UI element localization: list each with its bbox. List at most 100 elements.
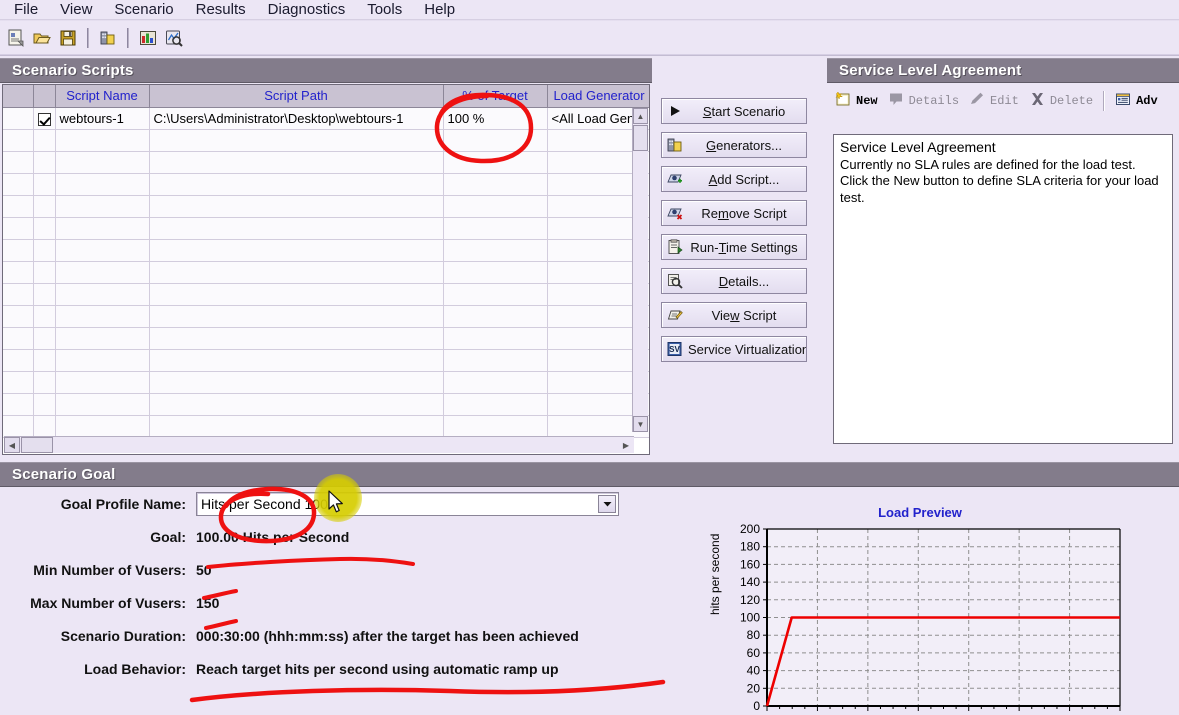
new-scenario-icon[interactable] [4, 26, 28, 50]
table-row-empty[interactable] [3, 239, 649, 262]
cell-percent-target[interactable] [443, 239, 548, 262]
cell-script-name[interactable] [55, 415, 150, 438]
row-checkbox-cell[interactable] [33, 327, 56, 350]
row-header-cell[interactable] [3, 173, 34, 196]
menu-item-results[interactable]: Results [185, 0, 257, 20]
row-checkbox-cell[interactable] [33, 217, 56, 240]
row-checkbox-cell[interactable] [33, 393, 56, 416]
row-checkbox-cell[interactable] [33, 151, 56, 174]
runtime-settings-button[interactable]: Run-Time Settings [661, 234, 807, 260]
row-header-cell[interactable] [3, 393, 34, 416]
script-enabled-checkbox[interactable] [37, 112, 51, 126]
row-header-cell[interactable] [3, 261, 34, 284]
service-virtualization-button[interactable]: SV Service Virtualization [661, 336, 807, 362]
scroll-right-icon[interactable]: ▶ [618, 437, 634, 453]
analysis-icon[interactable] [162, 26, 186, 50]
table-row-empty[interactable] [3, 217, 649, 240]
table-row-empty[interactable] [3, 371, 649, 394]
cell-script-name[interactable] [55, 305, 150, 328]
generators-icon[interactable] [96, 26, 120, 50]
column-header-checkbox[interactable] [33, 85, 56, 108]
column-header-script-name[interactable]: Script Name [55, 85, 150, 108]
cell-script-path[interactable] [149, 283, 444, 306]
results-icon[interactable] [136, 26, 160, 50]
cell-script-path[interactable] [149, 195, 444, 218]
horizontal-scroll-thumb[interactable] [21, 437, 53, 453]
cell-script-path[interactable] [149, 371, 444, 394]
add-script-button[interactable]: Add Script... [661, 166, 807, 192]
cell-script-name[interactable] [55, 151, 150, 174]
cell-script-name[interactable] [55, 283, 150, 306]
cell-script-path[interactable]: C:\Users\Administrator\Desktop\webtours-… [149, 107, 444, 130]
row-header-cell[interactable] [3, 349, 34, 372]
cell-script-name[interactable] [55, 327, 150, 350]
cell-script-path[interactable] [149, 415, 444, 438]
scripts-horizontal-scrollbar[interactable]: ◀ ▶ [4, 436, 634, 453]
table-row-empty[interactable] [3, 305, 649, 328]
cell-script-name[interactable] [55, 371, 150, 394]
cell-script-name[interactable] [55, 217, 150, 240]
table-row-empty[interactable] [3, 415, 649, 438]
row-header-cell[interactable] [3, 217, 34, 240]
view-script-button[interactable]: View Script [661, 302, 807, 328]
row-header-cell[interactable] [3, 129, 34, 152]
row-header-cell[interactable] [3, 305, 34, 328]
cell-script-name[interactable]: webtours-1 [55, 107, 150, 130]
cell-script-path[interactable] [149, 173, 444, 196]
row-header-cell[interactable] [3, 283, 34, 306]
table-row-empty[interactable] [3, 261, 649, 284]
table-row-empty[interactable] [3, 393, 649, 416]
row-header-cell[interactable] [3, 107, 34, 130]
scripts-vertical-scrollbar[interactable]: ▲ ▼ [632, 108, 648, 432]
row-checkbox-cell[interactable] [33, 371, 56, 394]
cell-script-path[interactable] [149, 239, 444, 262]
remove-script-button[interactable]: Remove Script [661, 200, 807, 226]
cell-script-path[interactable] [149, 327, 444, 350]
cell-script-path[interactable] [149, 217, 444, 240]
column-header-script-path[interactable]: Script Path [149, 85, 444, 108]
cell-percent-target[interactable] [443, 151, 548, 174]
cell-script-name[interactable] [55, 195, 150, 218]
cell-percent-target[interactable]: 100 % [443, 107, 548, 130]
row-checkbox-cell[interactable] [33, 195, 56, 218]
cell-percent-target[interactable] [443, 129, 548, 152]
row-header-cell[interactable] [3, 371, 34, 394]
cell-script-name[interactable] [55, 393, 150, 416]
cell-script-path[interactable] [149, 129, 444, 152]
column-header-rownum[interactable] [3, 85, 34, 108]
cell-percent-target[interactable] [443, 195, 548, 218]
row-checkbox-cell[interactable] [33, 129, 56, 152]
scenario-scripts-grid[interactable]: Script Name Script Path % of Target Load… [2, 84, 650, 455]
table-row-empty[interactable] [3, 283, 649, 306]
scroll-down-icon[interactable]: ▼ [633, 416, 648, 432]
row-checkbox-cell[interactable] [33, 239, 56, 262]
row-checkbox-cell[interactable] [33, 349, 56, 372]
table-row-empty[interactable] [3, 195, 649, 218]
menu-item-scenario[interactable]: Scenario [103, 0, 184, 20]
row-checkbox-cell[interactable] [33, 261, 56, 284]
menu-item-tools[interactable]: Tools [356, 0, 413, 20]
generators-button[interactable]: Generators... [661, 132, 807, 158]
table-row-empty[interactable] [3, 349, 649, 372]
cell-percent-target[interactable] [443, 349, 548, 372]
cell-script-name[interactable] [55, 173, 150, 196]
cell-script-name[interactable] [55, 129, 150, 152]
cell-script-path[interactable] [149, 261, 444, 284]
cell-percent-target[interactable] [443, 371, 548, 394]
cell-percent-target[interactable] [443, 283, 548, 306]
menu-item-diagnostics[interactable]: Diagnostics [257, 0, 357, 20]
table-row-empty[interactable] [3, 151, 649, 174]
cell-percent-target[interactable] [443, 327, 548, 350]
row-header-cell[interactable] [3, 151, 34, 174]
open-scenario-icon[interactable] [30, 26, 54, 50]
cell-script-path[interactable] [149, 305, 444, 328]
cell-percent-target[interactable] [443, 305, 548, 328]
row-checkbox-cell[interactable] [33, 305, 56, 328]
sla-new-button[interactable]: New [835, 91, 878, 111]
scroll-left-icon[interactable]: ◀ [4, 437, 20, 453]
menu-item-view[interactable]: View [49, 0, 103, 20]
cell-script-path[interactable] [149, 151, 444, 174]
table-row-empty[interactable] [3, 327, 649, 350]
cell-script-name[interactable] [55, 261, 150, 284]
menu-item-help[interactable]: Help [413, 0, 466, 20]
